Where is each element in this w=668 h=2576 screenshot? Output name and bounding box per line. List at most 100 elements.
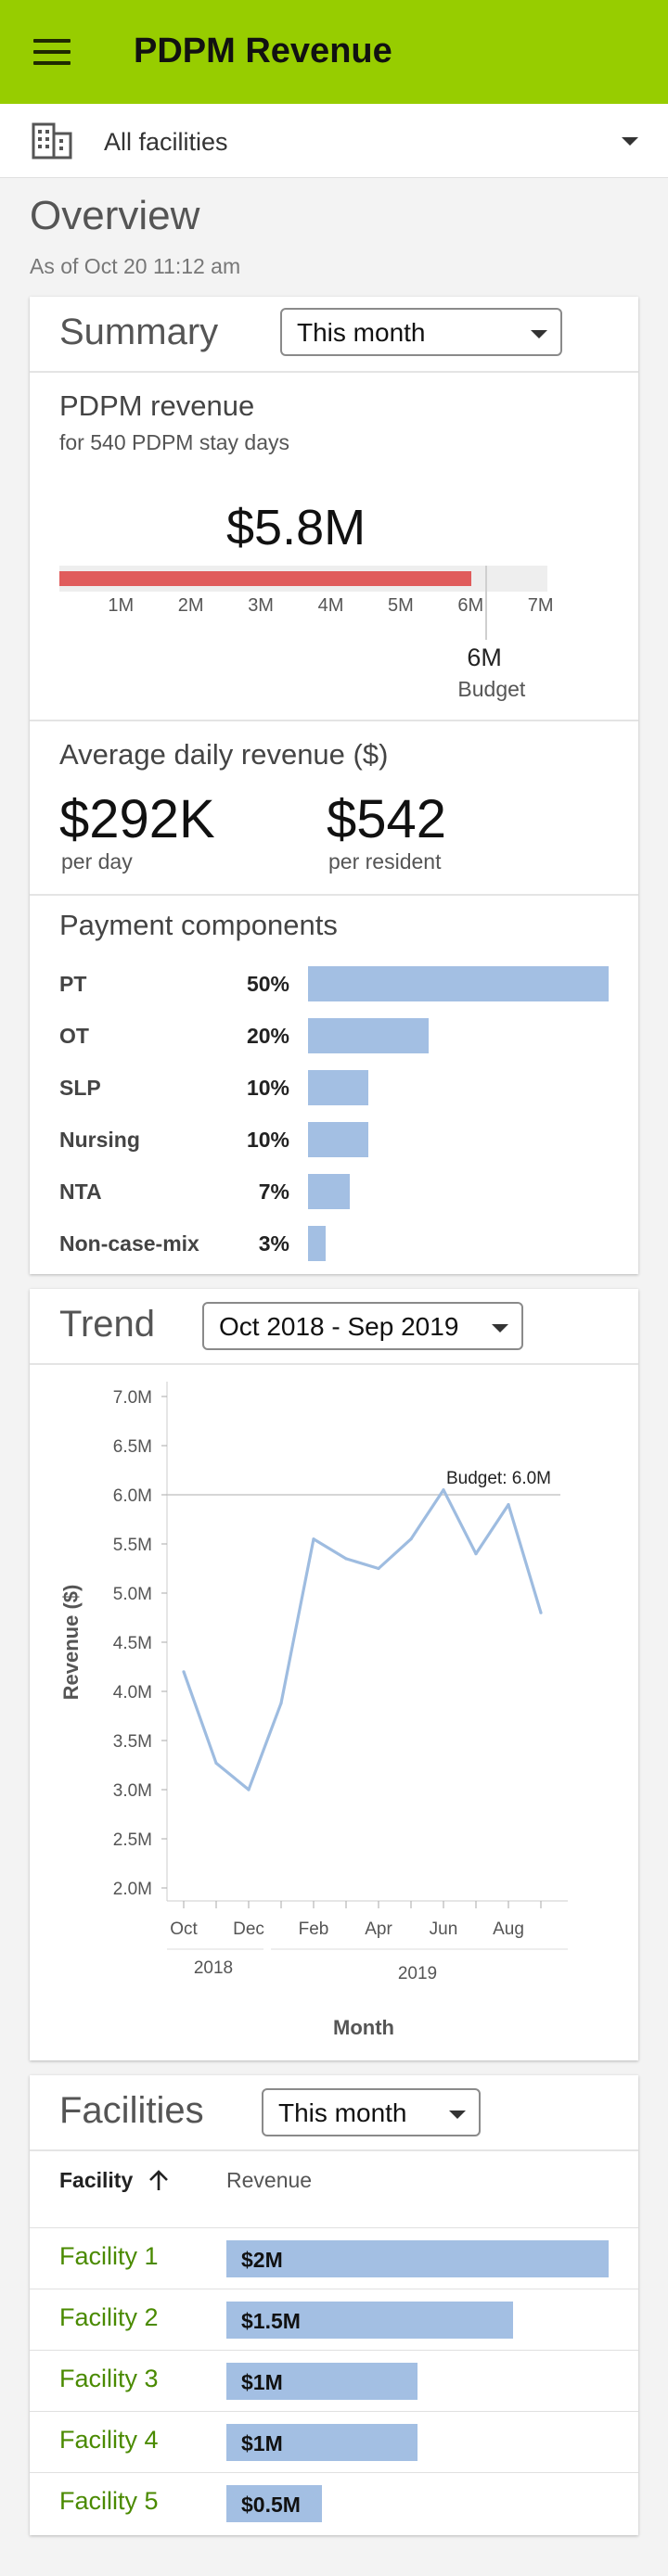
summary-card: Summary This month PDPM revenue for 540 … xyxy=(30,297,638,1274)
divider xyxy=(30,2350,638,2351)
revenue-data-point xyxy=(312,1537,315,1541)
divider xyxy=(30,1363,638,1365)
gauge-tick-label: 6M xyxy=(457,595,484,616)
facilities-period-value: This month xyxy=(278,2098,407,2127)
divider xyxy=(30,371,638,373)
per-resident-label: per resident xyxy=(328,849,442,874)
gauge-tick-label: 5M xyxy=(388,595,414,616)
facility-selector-label: All facilities xyxy=(104,128,228,156)
revenue-data-point xyxy=(507,1503,510,1507)
gauge-fill xyxy=(59,571,472,586)
y-tick-label: 5.0M xyxy=(113,1585,152,1604)
facility-revenue-bar: $1M xyxy=(226,2424,418,2461)
gauge-tick-label: 3M xyxy=(248,595,274,616)
gauge-tick-label: 7M xyxy=(527,595,554,616)
facility-name-link[interactable]: Facility 1 xyxy=(59,2242,159,2271)
payment-components-title: Payment components xyxy=(59,909,338,941)
budget-line-label: Budget: 6.0M xyxy=(446,1469,551,1488)
facility-revenue-label: $0.5M xyxy=(241,2493,301,2517)
y-axis-label: Revenue ($) xyxy=(59,1585,83,1701)
y-tick-label: 2.5M xyxy=(113,1830,152,1850)
x-year-label: 2018 xyxy=(194,1958,233,1978)
x-tick-label: Oct xyxy=(170,1919,198,1939)
revenue-data-point xyxy=(539,1611,543,1614)
x-tick-label: Aug xyxy=(493,1919,524,1939)
x-tick-label: Jun xyxy=(430,1919,458,1939)
facility-revenue-bar: $1M xyxy=(226,2363,418,2400)
facilities-title: Facilities xyxy=(59,2090,204,2131)
trend-period-select[interactable]: Oct 2018 - Sep 2019 xyxy=(202,1302,523,1350)
app-bar: PDPM Revenue xyxy=(0,0,668,104)
gauge-scale: 1M 2M 3M 4M 5M 6M 7M xyxy=(59,595,616,623)
revenue-data-point xyxy=(247,1788,250,1792)
revenue-column-label: Revenue xyxy=(226,2168,313,2192)
component-bar xyxy=(308,1174,351,1209)
chevron-down-icon xyxy=(449,2111,466,2119)
budget-caption: Budget xyxy=(457,677,526,701)
divider xyxy=(30,2411,638,2412)
y-tick-label: 6.0M xyxy=(113,1486,152,1506)
facilities-period-select[interactable]: This month xyxy=(262,2088,481,2136)
facilities-card: Facilities This month Facility Revenue F… xyxy=(30,2075,638,2535)
pdpm-revenue-value: $5.8M xyxy=(226,500,366,555)
component-percent: 10% xyxy=(246,1076,289,1100)
facility-selector[interactable]: All facilities xyxy=(0,104,668,178)
per-day-label: per day xyxy=(61,849,133,874)
component-percent: 50% xyxy=(246,972,289,996)
revenue-gauge xyxy=(59,566,616,640)
x-axis-label: Month xyxy=(333,2016,394,2039)
chevron-down-icon xyxy=(531,330,547,338)
component-label: PT xyxy=(59,972,87,996)
facility-revenue-label: $1.5M xyxy=(241,2309,301,2333)
revenue-data-point xyxy=(279,1702,283,1705)
y-tick-label: 6.5M xyxy=(113,1437,152,1457)
facility-name-link[interactable]: Facility 3 xyxy=(59,2365,159,2393)
trend-period-value: Oct 2018 - Sep 2019 xyxy=(219,1312,459,1341)
component-percent: 3% xyxy=(258,1231,289,1256)
x-year-label: 2019 xyxy=(398,1964,437,1983)
revenue-data-point xyxy=(442,1488,445,1492)
facility-name-link[interactable]: Facility 2 xyxy=(59,2303,159,2332)
y-tick-label: 4.5M xyxy=(113,1634,152,1653)
revenue-data-point xyxy=(182,1670,186,1674)
revenue-data-point xyxy=(214,1761,218,1765)
facility-revenue-bar: $1.5M xyxy=(226,2302,513,2339)
summary-period-select[interactable]: This month xyxy=(280,308,562,356)
revenue-data-point xyxy=(344,1557,348,1561)
building-icon xyxy=(32,122,72,159)
summary-title: Summary xyxy=(59,312,219,352)
pdpm-revenue-title: PDPM revenue xyxy=(59,389,255,422)
revenue-data-point xyxy=(409,1537,413,1541)
divider xyxy=(30,2149,638,2151)
y-tick-label: 4.0M xyxy=(113,1683,152,1702)
y-tick-label: 3.0M xyxy=(113,1781,152,1801)
trend-line-chart: 2.0M 2.5M 3.0M 3.5M 4.0M 4.5M 5.0M 5.5M 6.0M 6.5M… xyxy=(59,1382,568,2039)
menu-icon[interactable] xyxy=(33,39,71,65)
pdpm-revenue-subtitle: for 540 PDPM stay days xyxy=(59,430,289,454)
component-bar xyxy=(308,1070,368,1105)
component-bar xyxy=(308,966,609,1001)
trend-card: Trend Oct 2018 - Sep 2019 2.0M 2.5M 3.0M 3.… xyxy=(30,1289,638,2060)
sort-ascending-icon xyxy=(149,2170,168,2190)
component-percent: 7% xyxy=(258,1180,289,1204)
page-title: Overview xyxy=(30,193,200,238)
gauge-tick-label: 4M xyxy=(317,595,344,616)
component-bar xyxy=(308,1226,327,1261)
as-of-timestamp: As of Oct 20 11:12 am xyxy=(30,254,241,278)
component-label: NTA xyxy=(59,1180,102,1204)
facility-revenue-label: $1M xyxy=(241,2370,283,2394)
x-tick-label: Dec xyxy=(233,1919,264,1939)
component-label: SLP xyxy=(59,1076,101,1100)
facility-revenue-bar: $2M xyxy=(226,2240,609,2277)
divider xyxy=(30,894,638,896)
y-tick-label: 2.0M xyxy=(113,1880,152,1899)
chevron-down-icon xyxy=(492,1324,508,1333)
y-tick-label: 7.0M xyxy=(113,1388,152,1408)
facility-name-link[interactable]: Facility 4 xyxy=(59,2426,159,2455)
facility-column-header[interactable]: Facility xyxy=(59,2168,189,2200)
trend-title: Trend xyxy=(59,1304,156,1345)
y-tick-label: 5.5M xyxy=(113,1536,152,1555)
app-title: PDPM Revenue xyxy=(134,32,392,70)
x-tick-label: Feb xyxy=(299,1919,329,1939)
facility-name-link[interactable]: Facility 5 xyxy=(59,2487,159,2516)
